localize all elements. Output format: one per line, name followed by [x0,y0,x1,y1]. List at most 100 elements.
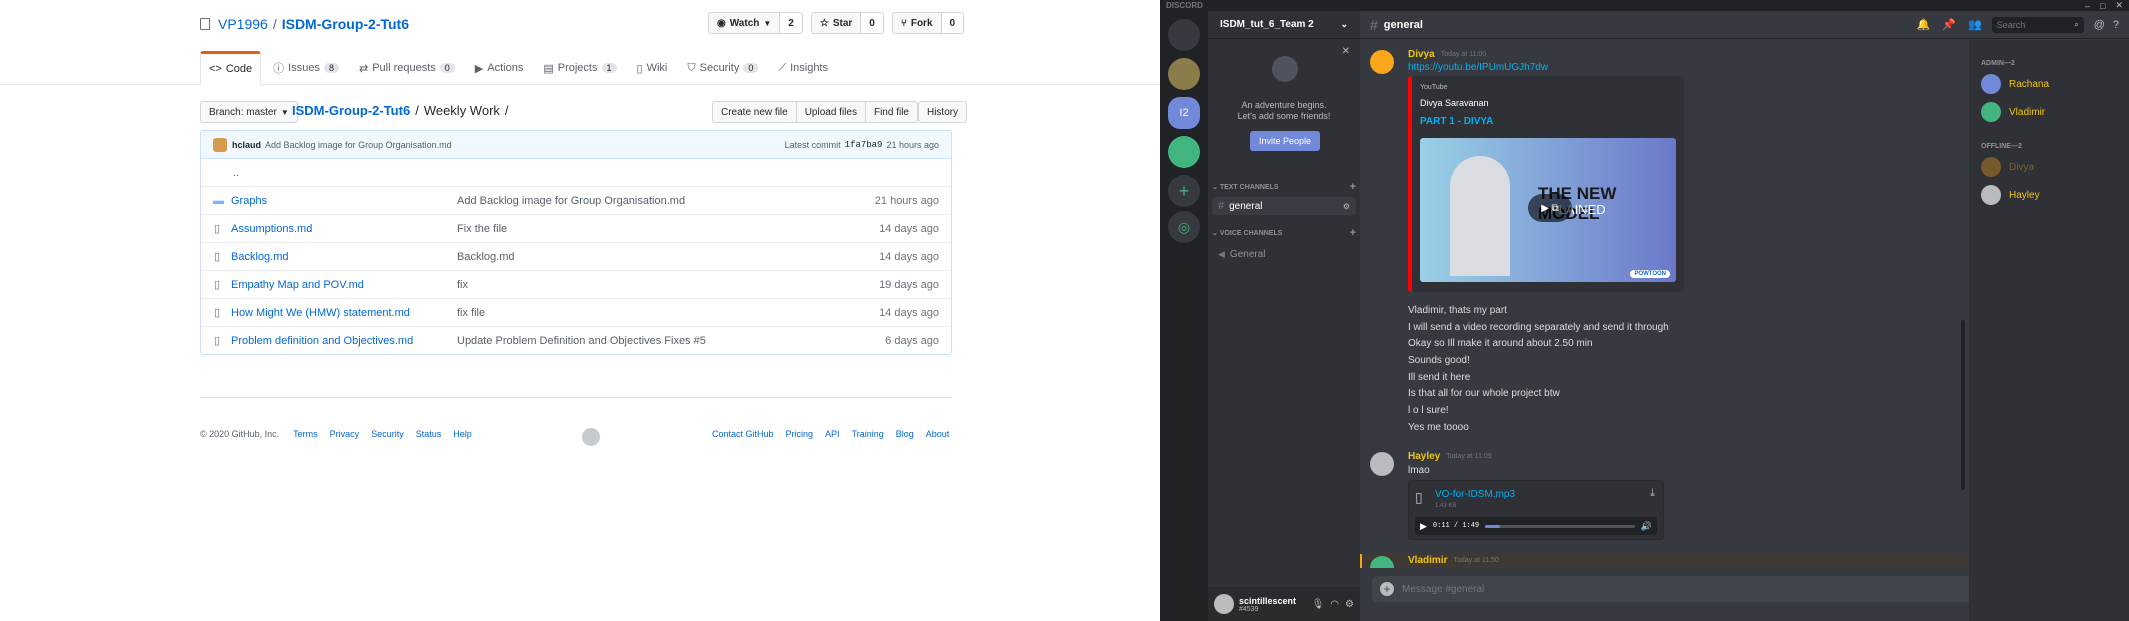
tab-code[interactable]: <> Code [200,51,262,85]
footer-link[interactable]: API [825,429,840,439]
member-item[interactable]: Hayley [1969,181,2040,209]
file-name-link[interactable]: Problem definition and Objectives.md [231,335,457,347]
file-name-link[interactable]: Graphs [231,195,457,207]
volume-icon[interactable]: 🔊 [1641,521,1652,532]
server-header[interactable]: ISDM_tut_6_Team 2 ⌄ [1208,11,1360,39]
repo-owner-link[interactable]: VP1996 [218,16,268,32]
watch-count[interactable]: 2 [780,12,803,34]
fork-button[interactable]: ⑂ Fork [891,12,942,34]
channel-settings-icon[interactable]: ⚙ [1343,202,1350,211]
footer-link[interactable]: Training [852,429,884,439]
breadcrumb-repo[interactable]: ISDM-Group-2-Tut6 [292,103,410,118]
file-name-link[interactable]: Assumptions.md [231,223,457,235]
footer-link[interactable]: Help [453,429,472,439]
message-scrollbar[interactable] [1961,320,1965,490]
voice-channels-header[interactable]: ⌄ VOICE CHANNELS + [1212,227,1356,239]
footer-link[interactable]: Status [416,429,442,439]
fork-count[interactable]: 0 [941,12,965,34]
message-input[interactable]: Message #general [1402,584,1484,595]
message-author[interactable]: Vladimir [1408,555,1447,566]
add-channel-icon[interactable]: + [1350,227,1356,239]
upload-plus-icon[interactable]: + [1380,582,1394,596]
watch-button[interactable]: ◉ Watch ▼ [708,12,781,34]
parent-dir-row[interactable]: .. [201,158,951,186]
avatar[interactable] [1370,452,1394,476]
channel-item-general[interactable]: # general ⚙ [1212,197,1356,215]
star-button[interactable]: ☆ Star [810,12,862,34]
file-commit-message[interactable]: Add Backlog image for Group Organisation… [457,195,831,207]
home-icon[interactable] [1168,19,1200,51]
find-file-button[interactable]: Find file [865,101,918,123]
footer-link[interactable]: Pricing [786,429,814,439]
repo-name-link[interactable]: ISDM-Group-2-Tut6 [282,16,409,32]
minimize-icon[interactable]: – [2085,1,2090,11]
tab-projects[interactable]: ▤ Projects 1 [535,51,624,85]
audio-progress-bar[interactable] [1485,524,1635,528]
branch-select[interactable]: Branch: master ▼ [200,101,298,123]
footer-link[interactable]: Contact GitHub [712,429,774,439]
pin-icon[interactable]: 📌 [1942,18,1956,31]
invite-people-button[interactable]: Invite People [1250,131,1320,151]
tab-pull-requests[interactable]: ⇄ Pull requests 0 [351,51,463,85]
footer-link[interactable]: Terms [293,429,318,439]
tab-actions[interactable]: ▶ Actions [467,51,532,85]
file-commit-message[interactable]: Update Problem Definition and Objectives… [457,335,831,347]
history-button[interactable]: History [917,101,968,123]
file-commit-message[interactable]: fix file [457,307,831,319]
file-commit-message[interactable]: Backlog.md [457,251,831,263]
channel-item-voice-general[interactable]: ◀ General [1218,246,1266,262]
avatar[interactable] [1214,594,1234,614]
member-item[interactable]: Rachana [1969,70,2049,98]
message-author[interactable]: Divya [1408,49,1435,60]
file-name-link[interactable]: How Might We (HMW) statement.md [231,307,457,319]
footer-link[interactable]: Security [371,429,404,439]
mention-icon[interactable]: @ [2094,19,2105,31]
close-icon[interactable]: ✕ [2115,0,2123,11]
server-icon-active[interactable]: I2 [1168,97,1200,129]
maximize-icon[interactable]: □ [2100,1,2105,11]
commit-author[interactable]: hclaud [232,140,261,150]
tab-insights[interactable]: ⟋ Insights [770,51,836,85]
tab-wiki[interactable]: ▯ Wiki [629,51,676,85]
message-link[interactable]: https://youtu.be/IPUmUGJh7dw [1408,62,1548,73]
gear-icon[interactable]: ⚙ [1345,599,1354,610]
message-author[interactable]: Hayley [1408,451,1440,462]
embed-author[interactable]: Divya Saravanan [1420,98,1489,108]
headphones-icon[interactable]: ◠ [1330,599,1339,610]
add-channel-icon[interactable]: + [1350,181,1356,193]
commit-hash[interactable]: 1fa7ba9 [845,140,883,150]
download-icon[interactable]: ⤓ [1650,487,1655,500]
play-button-icon[interactable]: ▶ ⧉ [1528,194,1572,222]
server-icon[interactable] [1168,58,1200,90]
tab-security[interactable]: ⛉ Security 0 [679,51,766,85]
text-channels-header[interactable]: ⌄ TEXT CHANNELS + [1212,181,1356,193]
attachment-name[interactable]: VO-for-IDSM.mp3 [1435,489,1515,500]
members-icon[interactable]: 👥 [1968,18,1982,31]
member-item[interactable]: Vladimir [1969,98,2045,126]
play-icon[interactable]: ▶ [1420,521,1427,532]
file-commit-message[interactable]: fix [457,279,831,291]
embed-title[interactable]: PART 1 - DIVYA [1420,116,1493,127]
file-name-link[interactable]: Backlog.md [231,251,457,263]
add-server-icon[interactable]: + [1168,175,1200,207]
create-file-button[interactable]: Create new file [712,101,797,123]
help-icon[interactable]: ? [2113,19,2119,31]
search-box[interactable]: Search ⌕ [1991,16,2084,33]
avatar[interactable] [1370,50,1394,74]
server-icon[interactable] [1168,136,1200,168]
close-icon[interactable]: ✕ [1342,46,1350,57]
microphone-icon[interactable]: 🎙 [1312,599,1325,610]
explore-icon[interactable]: ◎ [1168,211,1200,243]
member-item[interactable]: Divya [1969,153,2034,181]
file-name-link[interactable]: Empathy Map and POV.md [231,279,457,291]
upload-files-button[interactable]: Upload files [796,101,866,123]
bell-icon[interactable]: 🔔 [1917,18,1931,31]
video-thumbnail[interactable]: THE NEW MODEL PLAINED ▶ ⧉ POWTOON [1420,138,1676,282]
github-logo-icon[interactable] [582,428,600,446]
footer-link[interactable]: Privacy [330,429,360,439]
file-commit-message[interactable]: Fix the file [457,223,831,235]
tab-issues[interactable]: ⓘ Issues 8 [265,51,347,85]
footer-link[interactable]: Blog [896,429,914,439]
footer-link[interactable]: About [926,429,950,439]
commit-message[interactable]: Add Backlog image for Group Organisation… [265,140,452,150]
